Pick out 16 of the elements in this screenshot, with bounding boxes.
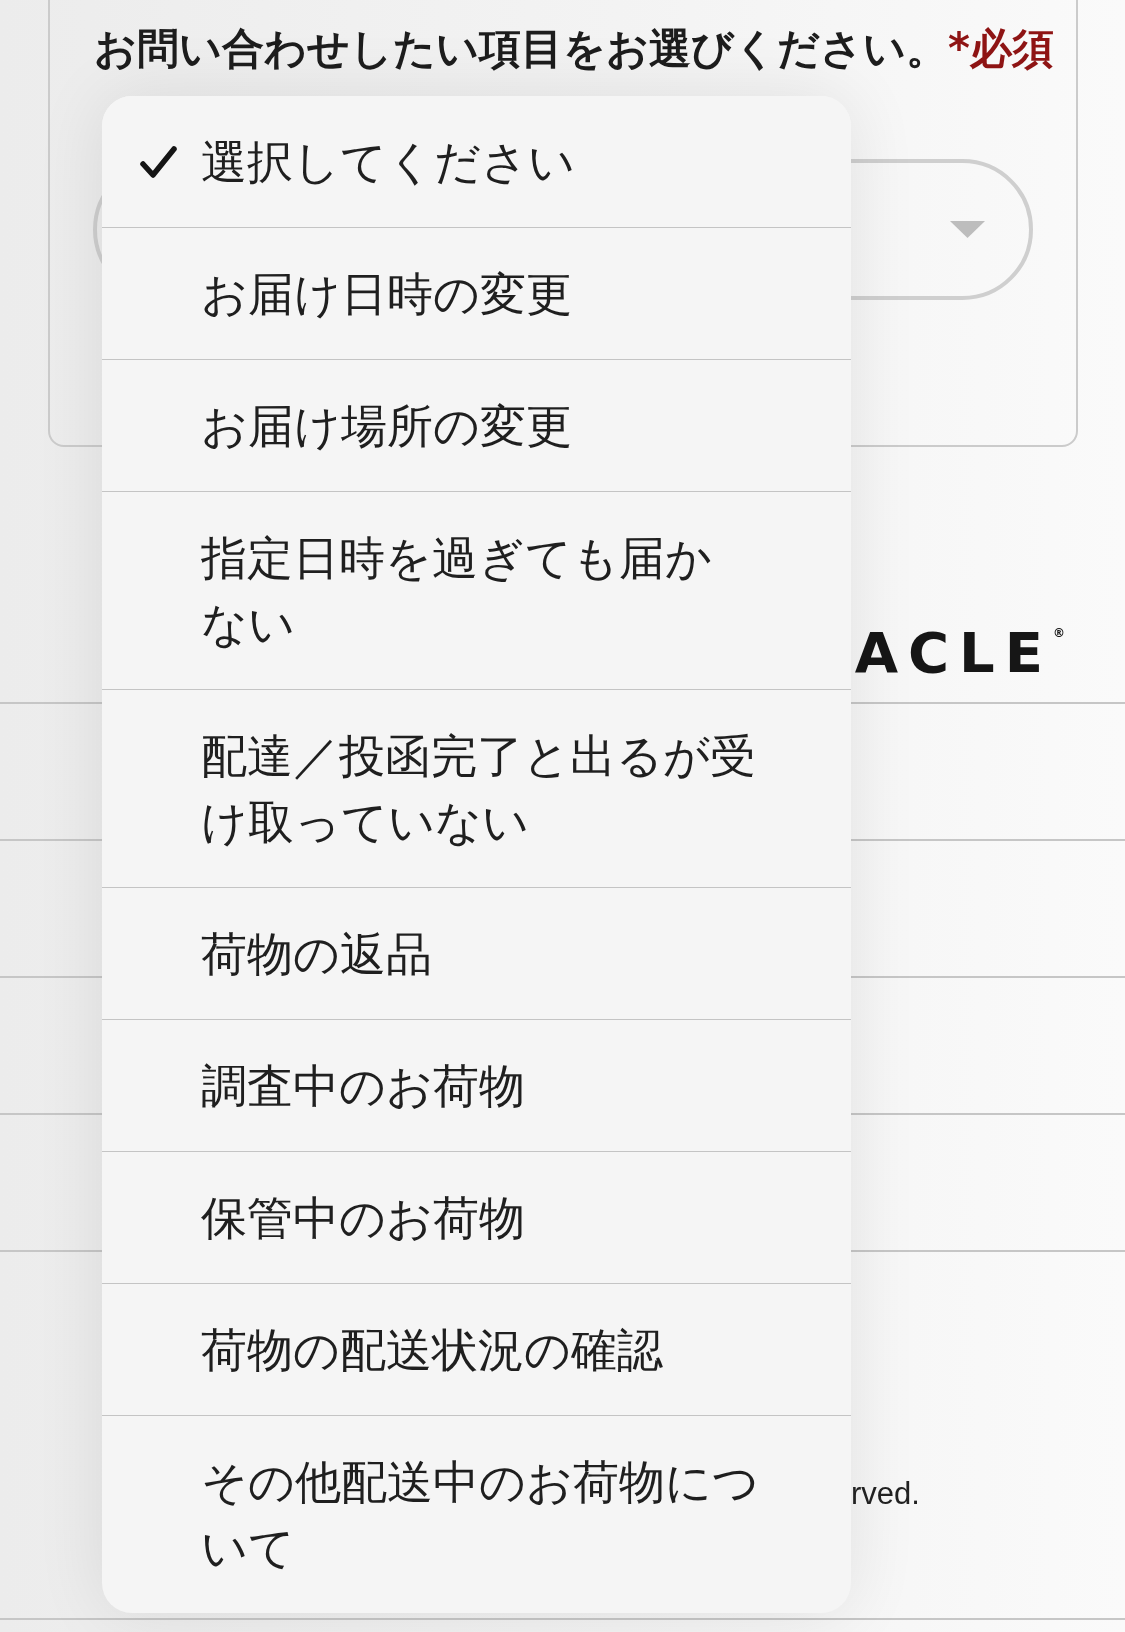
dropdown-option[interactable]: お届け場所の変更 bbox=[102, 359, 851, 491]
dropdown-option[interactable]: お届け日時の変更 bbox=[102, 227, 851, 359]
dropdown-option[interactable]: その他配送中のお荷物について bbox=[102, 1415, 851, 1613]
dropdown-option[interactable]: 調査中のお荷物 bbox=[102, 1019, 851, 1151]
dropdown-option[interactable]: 選択してください bbox=[102, 96, 851, 227]
question-label: お問い合わせしたい項目をお選びください。 bbox=[94, 24, 948, 74]
copyright-text: rved. bbox=[851, 1476, 920, 1511]
dropdown-option[interactable]: 保管中のお荷物 bbox=[102, 1151, 851, 1283]
dropdown-option[interactable]: 配達／投函完了と出るが受け取っていない bbox=[102, 689, 851, 887]
dropdown-option[interactable]: 荷物の配送状況の確認 bbox=[102, 1283, 851, 1415]
checkmark-icon bbox=[140, 145, 177, 179]
required-mark: *必須 bbox=[948, 24, 1054, 74]
dropdown-option[interactable]: 指定日時を過ぎても届かない bbox=[102, 491, 851, 689]
caret-icon bbox=[950, 221, 985, 238]
brand-logo: ACLE$^{®}$ bbox=[854, 625, 1065, 681]
dropdown-option[interactable]: 荷物の返品 bbox=[102, 887, 851, 1019]
